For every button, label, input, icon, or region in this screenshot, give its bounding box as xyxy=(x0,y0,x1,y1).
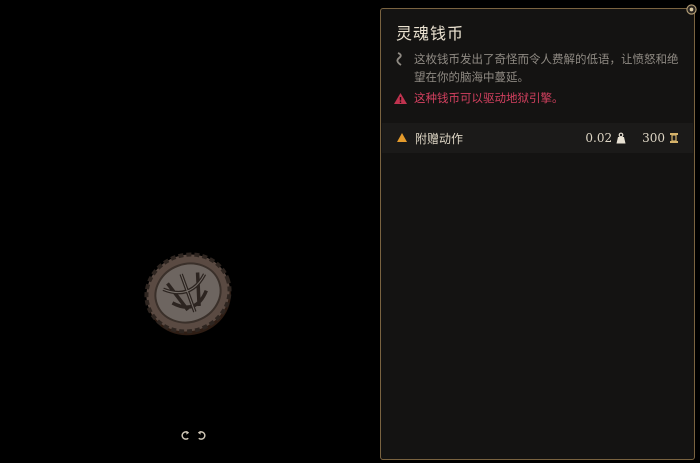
rotate-left-icon[interactable] xyxy=(180,430,191,441)
item-stats: 0.02 300 xyxy=(585,131,679,145)
gold-value: 300 xyxy=(642,131,665,145)
action-label: 附赠动作 xyxy=(415,131,464,146)
bonus-action-icon xyxy=(397,133,407,142)
item-description: 这枚钱币发出了奇怪而令人费解的低语，让愤怒和绝望在你的脑海中蔓延。 xyxy=(414,52,679,84)
item-tooltip-panel: 灵魂钱币 这枚钱币发出了奇怪而令人费解的低语，让愤怒和绝望在你的脑海中蔓延。 这… xyxy=(380,4,697,460)
soul-coin-model[interactable] xyxy=(142,247,234,339)
weight-icon xyxy=(616,132,626,144)
rotate-controls xyxy=(180,430,207,441)
hellfire-icon xyxy=(394,93,407,104)
item-title: 灵魂钱币 xyxy=(396,24,465,43)
bonus-action-row[interactable]: 附赠动作 0.02 300 xyxy=(382,123,693,153)
gold-icon xyxy=(670,133,678,143)
rotate-right-icon[interactable] xyxy=(196,430,207,441)
whisper-icon xyxy=(396,52,402,66)
item-preview-viewer xyxy=(0,0,375,463)
item-warning: 这种钱币可以驱动地狱引擎。 xyxy=(414,91,564,105)
weight-value: 0.02 xyxy=(585,131,613,145)
gem-icon xyxy=(686,4,697,15)
